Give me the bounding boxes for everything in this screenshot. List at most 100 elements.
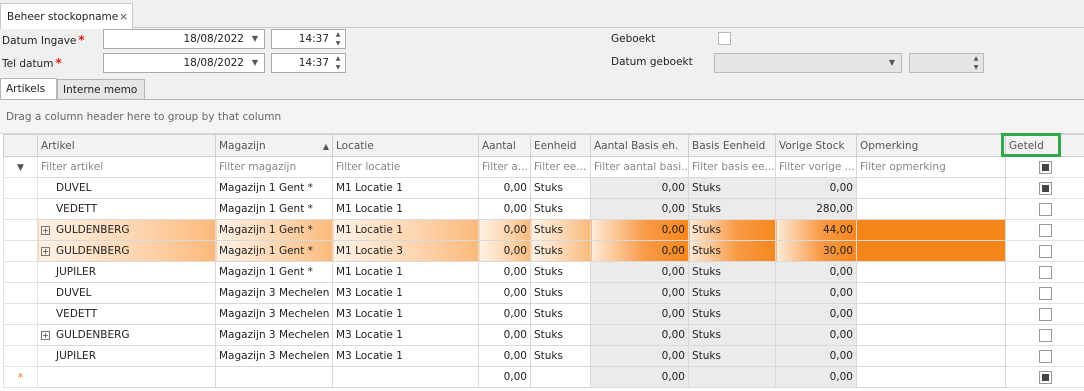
cell-aantal[interactable]: 0,00: [478, 303, 531, 325]
table-row[interactable]: DUVEL Magazijn 3 Mechelen M3 Locatie 1 0,00…: [3, 282, 1084, 304]
cell-eenheid[interactable]: Stuks: [530, 345, 591, 367]
column-header-opmerking[interactable]: Opmerking: [856, 134, 1006, 157]
cell-aantal-basis[interactable]: 0,00: [590, 282, 689, 304]
column-header-aantal-basis[interactable]: Aantal Basis eh.: [590, 134, 689, 157]
cell-basis-eenheid[interactable]: Stuks: [688, 324, 776, 346]
row-indicator[interactable]: [3, 303, 38, 325]
new-row-indicator[interactable]: *: [3, 366, 38, 388]
cell-artikel[interactable]: JUPILER: [37, 345, 216, 367]
filter-basis-eenheid[interactable]: Filter basis ee...: [688, 156, 776, 178]
new-cell-opmerking[interactable]: [856, 366, 1006, 388]
cell-basis-eenheid[interactable]: Stuks: [688, 240, 776, 262]
expand-icon[interactable]: +: [41, 225, 50, 235]
chevron-down-icon[interactable]: ▼: [246, 30, 264, 48]
cell-opmerking[interactable]: [856, 177, 1006, 199]
cell-eenheid[interactable]: Stuks: [530, 261, 591, 283]
datum-geboekt-date-field[interactable]: ▼: [714, 53, 902, 73]
cell-eenheid[interactable]: Stuks: [530, 282, 591, 304]
table-row[interactable]: + GULDENBERG Magazijn 1 Gent * M1 Locatie 3…: [3, 240, 1084, 262]
new-cell-locatie[interactable]: [332, 366, 479, 388]
row-indicator[interactable]: [3, 240, 38, 262]
cell-eenheid[interactable]: Stuks: [530, 198, 591, 220]
tab-artikels[interactable]: Artikels: [0, 78, 57, 100]
cell-aantal-basis[interactable]: 0,00: [590, 219, 689, 241]
filter-vorige-stock[interactable]: Filter vorige ...: [775, 156, 857, 178]
cell-basis-eenheid[interactable]: Stuks: [688, 282, 776, 304]
cell-geteld[interactable]: [1005, 303, 1084, 325]
cell-basis-eenheid[interactable]: Stuks: [688, 219, 776, 241]
new-cell-basis-eenheid[interactable]: [688, 366, 776, 388]
cell-geteld[interactable]: [1005, 219, 1084, 241]
cell-aantal-basis[interactable]: 0,00: [590, 303, 689, 325]
cell-opmerking[interactable]: [856, 261, 1006, 283]
datum-ingave-date-field[interactable]: 18/08/2022 ▼: [103, 29, 265, 49]
cell-locatie[interactable]: M1 Locatie 1: [332, 177, 479, 199]
row-indicator[interactable]: [3, 282, 38, 304]
cell-aantal[interactable]: 0,00: [478, 324, 531, 346]
chevron-down-icon[interactable]: ▼: [246, 54, 264, 72]
column-header-vorige-stock[interactable]: Vorige Stock: [775, 134, 857, 157]
cell-geteld[interactable]: [1005, 198, 1084, 220]
cell-opmerking[interactable]: [856, 282, 1006, 304]
cell-aantal-basis[interactable]: 0,00: [590, 198, 689, 220]
geteld-checkbox[interactable]: [1038, 370, 1052, 384]
cell-eenheid[interactable]: Stuks: [530, 219, 591, 241]
geteld-checkbox[interactable]: [1038, 244, 1052, 258]
row-indicator[interactable]: [3, 198, 38, 220]
tab-interne-memo[interactable]: Interne memo: [57, 79, 145, 100]
geteld-checkbox[interactable]: [1038, 265, 1052, 279]
cell-geteld[interactable]: [1005, 282, 1084, 304]
column-header-eenheid[interactable]: Eenheid: [530, 134, 591, 157]
new-cell-aantal-basis[interactable]: 0,00: [590, 366, 689, 388]
cell-locatie[interactable]: M1 Locatie 1: [332, 198, 479, 220]
geteld-checkbox[interactable]: [1038, 223, 1052, 237]
column-header-magazijn[interactable]: Magazijn ▲: [215, 134, 333, 157]
cell-vorige-stock[interactable]: 0,00: [775, 303, 857, 325]
table-row[interactable]: VEDETT Magazijn 3 Mechelen M3 Locatie 1 0,0…: [3, 303, 1084, 325]
funnel-icon[interactable]: ▼: [3, 156, 38, 178]
cell-eenheid[interactable]: Stuks: [530, 177, 591, 199]
cell-magazijn[interactable]: Magazijn 1 Gent *: [215, 219, 333, 241]
cell-opmerking[interactable]: [856, 303, 1006, 325]
datum-geboekt-time-field[interactable]: ▲ ▼: [909, 53, 984, 73]
row-indicator[interactable]: [3, 219, 38, 241]
filter-geteld[interactable]: [1005, 156, 1084, 178]
cell-aantal[interactable]: 0,00: [478, 261, 531, 283]
new-row[interactable]: * 0,00 0,00 0,00: [3, 366, 1084, 388]
cell-magazijn[interactable]: Magazijn 3 Mechelen: [215, 345, 333, 367]
cell-aantal[interactable]: 0,00: [478, 345, 531, 367]
geteld-checkbox[interactable]: [1038, 286, 1052, 300]
cell-vorige-stock[interactable]: 0,00: [775, 282, 857, 304]
new-cell-magazijn[interactable]: [215, 366, 333, 388]
datum-ingave-time-field[interactable]: 14:37 ▲ ▼: [271, 29, 346, 49]
spin-icon[interactable]: ▲ ▼: [333, 54, 343, 72]
cell-basis-eenheid[interactable]: Stuks: [688, 261, 776, 283]
column-header-locatie[interactable]: Locatie: [332, 134, 479, 157]
group-by-panel[interactable]: Drag a column header here to group by th…: [0, 100, 1084, 134]
cell-artikel[interactable]: + GULDENBERG: [37, 240, 216, 262]
cell-vorige-stock[interactable]: 30,00: [775, 240, 857, 262]
filter-aantal-basis[interactable]: Filter aantal basi...: [590, 156, 689, 178]
cell-eenheid[interactable]: Stuks: [530, 324, 591, 346]
cell-magazijn[interactable]: Magazijn 1 Gent *: [215, 198, 333, 220]
new-cell-aantal[interactable]: 0,00: [478, 366, 531, 388]
expand-icon[interactable]: +: [41, 246, 50, 256]
cell-opmerking[interactable]: [856, 345, 1006, 367]
cell-locatie[interactable]: M1 Locatie 1: [332, 219, 479, 241]
cell-eenheid[interactable]: Stuks: [530, 240, 591, 262]
cell-basis-eenheid[interactable]: Stuks: [688, 303, 776, 325]
cell-artikel[interactable]: DUVEL: [37, 177, 216, 199]
geteld-checkbox[interactable]: [1038, 349, 1052, 363]
column-header-basis-eenheid[interactable]: Basis Eenheid: [688, 134, 776, 157]
cell-geteld[interactable]: [1005, 177, 1084, 199]
cell-aantal-basis[interactable]: 0,00: [590, 324, 689, 346]
column-header-aantal[interactable]: Aantal: [478, 134, 531, 157]
table-row[interactable]: + GULDENBERG Magazijn 3 Mechelen M3 Locatie…: [3, 324, 1084, 346]
column-header-artikel[interactable]: Artikel: [37, 134, 216, 157]
cell-artikel[interactable]: VEDETT: [37, 303, 216, 325]
new-cell-vorige-stock[interactable]: 0,00: [775, 366, 857, 388]
cell-opmerking[interactable]: [856, 324, 1006, 346]
spin-icon[interactable]: ▲ ▼: [333, 30, 343, 48]
close-icon[interactable]: ×: [119, 10, 128, 23]
geteld-checkbox[interactable]: [1038, 181, 1052, 195]
